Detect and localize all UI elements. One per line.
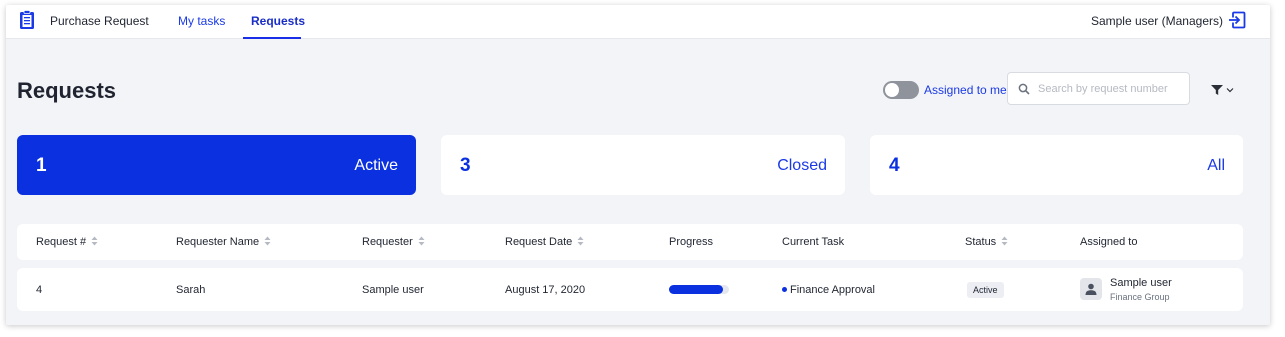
app-title: Purchase Request — [50, 14, 149, 28]
column-header-label: Request # — [36, 236, 87, 248]
sort-icon — [1001, 236, 1008, 246]
sort-icon — [577, 236, 584, 246]
sort-icon — [91, 236, 98, 246]
table-row[interactable]: 4 Sarah Sample user August 17, 2020 Fina… — [17, 268, 1243, 311]
column-header-assigned-to: Assigned to — [1080, 236, 1138, 248]
top-nav: Purchase Request My tasks Requests Sampl… — [6, 5, 1270, 39]
all-label: All — [1207, 157, 1225, 174]
column-header-label: Requester — [362, 236, 413, 248]
column-header-requester[interactable]: Requester — [362, 236, 425, 248]
nav-tab-my-tasks[interactable]: My tasks — [178, 14, 225, 28]
task-status-dot — [782, 287, 787, 292]
progress-bar — [669, 285, 729, 294]
clipboard-icon — [20, 10, 34, 29]
summary-card-active[interactable]: 1 Active — [17, 135, 416, 195]
column-header-label: Request Date — [505, 236, 573, 248]
avatar — [1080, 278, 1102, 300]
current-task-label: Finance Approval — [790, 284, 875, 296]
column-header-status[interactable]: Status — [965, 236, 1008, 248]
cell-requester-name: Sarah — [176, 284, 206, 296]
nav-tab-requests[interactable]: Requests — [251, 14, 305, 28]
column-header-progress: Progress — [669, 236, 714, 248]
logout-icon[interactable] — [1228, 11, 1246, 29]
assigned-to-me-toggle[interactable] — [883, 81, 919, 99]
column-header-current-task: Current Task — [782, 236, 845, 248]
filter-icon[interactable] — [1211, 85, 1223, 95]
all-count: 4 — [889, 155, 900, 176]
cell-current-task: Finance Approval — [782, 284, 875, 296]
column-header-requester-name[interactable]: Requester Name — [176, 236, 271, 248]
table-header: Request # Requester Name Requester Reque… — [17, 224, 1243, 260]
cell-request-number: 4 — [36, 284, 43, 296]
search-input[interactable] — [1038, 80, 1183, 98]
active-label: Active — [354, 157, 398, 174]
sort-icon — [264, 236, 271, 246]
sort-icon — [418, 236, 425, 246]
assigned-to-me-label[interactable]: Assigned to me — [924, 83, 1007, 97]
column-header-request-number[interactable]: Request # — [36, 236, 98, 248]
app-window: Purchase Request My tasks Requests Sampl… — [6, 5, 1270, 325]
closed-label: Closed — [777, 157, 827, 174]
chevron-down-icon[interactable] — [1226, 86, 1234, 94]
status-badge: Active — [967, 282, 1004, 298]
active-count: 1 — [36, 155, 47, 176]
closed-count: 3 — [460, 155, 471, 176]
assignee-group: Finance Group — [1110, 292, 1170, 302]
user-icon — [1085, 283, 1097, 295]
assignee-name: Sample user — [1110, 277, 1172, 289]
cell-request-date: August 17, 2020 — [505, 284, 586, 296]
summary-card-all[interactable]: 4 All — [870, 135, 1243, 195]
search-icon — [1018, 83, 1030, 95]
search-box[interactable] — [1007, 72, 1190, 105]
toggle-knob — [885, 83, 899, 97]
active-tab-indicator — [243, 37, 301, 39]
progress-bar-fill — [669, 285, 723, 294]
summary-card-closed[interactable]: 3 Closed — [441, 135, 845, 195]
current-user-label[interactable]: Sample user (Managers) — [1091, 14, 1223, 28]
column-header-label: Requester Name — [176, 236, 260, 248]
page-title: Requests — [17, 78, 117, 103]
column-header-request-date[interactable]: Request Date — [505, 236, 584, 248]
column-header-label: Status — [965, 236, 997, 248]
cell-requester: Sample user — [362, 284, 424, 296]
